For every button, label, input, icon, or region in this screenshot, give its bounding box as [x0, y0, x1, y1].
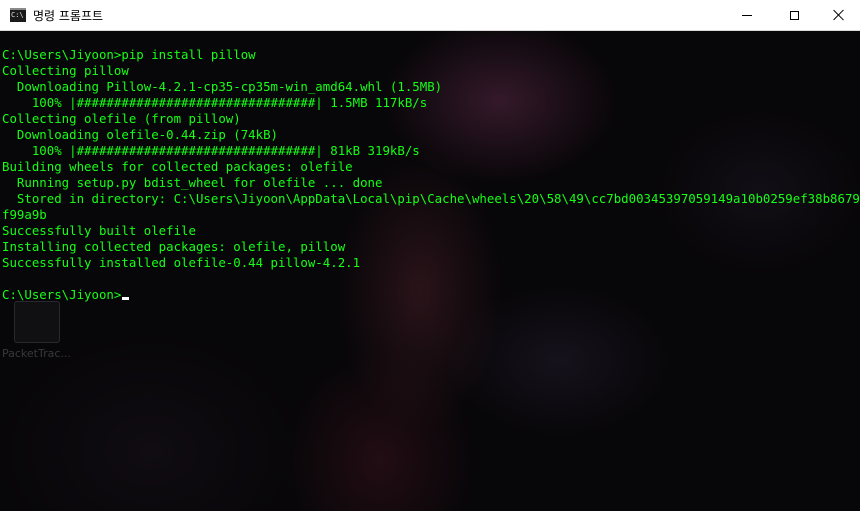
console-line: Downloading olefile-0.44.zip (74kB) — [2, 127, 279, 142]
window-title: 명령 프롬프트 — [33, 9, 104, 23]
console-line: Collecting pillow — [2, 63, 129, 78]
prompt-line[interactable]: C:\Users\Jiyoon> — [2, 287, 860, 303]
console-output: C:\Users\Jiyoon>pip install pillow Colle… — [2, 47, 860, 303]
console-line: Successfully installed olefile-0.44 pill… — [2, 255, 361, 270]
console-line: 100% |################################| … — [2, 95, 428, 110]
desktop-icon-label: PacketTrac... — [2, 347, 71, 360]
title-bar[interactable]: C:\ 명령 프롬프트 — [0, 0, 860, 31]
close-icon — [833, 9, 845, 21]
console-line: Stored in directory: C:\Users\Jiyoon\App… — [2, 191, 860, 206]
console-line: Running setup.py bdist_wheel for olefile… — [2, 175, 383, 190]
console-line: Downloading Pillow-4.2.1-cp35-cp35m-win_… — [2, 79, 443, 94]
close-button[interactable] — [816, 0, 860, 30]
text-cursor — [122, 297, 130, 300]
command-prompt-window: C:\ 명령 프롬프트 PacketTrac... C:\Users\Jiyoo… — [0, 0, 860, 511]
maximize-icon — [789, 10, 799, 20]
console-line: 100% |################################| … — [2, 143, 420, 158]
console-line: Installing collected packages: olefile, … — [2, 239, 346, 254]
maximize-button[interactable] — [771, 0, 817, 30]
console-line: f99a9b — [2, 207, 47, 222]
cmd-app-icon[interactable]: C:\ — [10, 8, 26, 22]
prompt-text: C:\Users\Jiyoon> — [2, 287, 122, 302]
minimize-button[interactable] — [724, 0, 770, 30]
console-line: Building wheels for collected packages: … — [2, 159, 353, 174]
console-line: C:\Users\Jiyoon>pip install pillow — [2, 47, 256, 62]
minimize-icon — [742, 14, 752, 16]
console-line: Collecting olefile (from pillow) — [2, 111, 241, 126]
console-line: Successfully built olefile — [2, 223, 196, 238]
desktop-app-icon — [14, 301, 60, 343]
console-area[interactable]: PacketTrac... C:\Users\Jiyoon>pip instal… — [0, 31, 860, 511]
